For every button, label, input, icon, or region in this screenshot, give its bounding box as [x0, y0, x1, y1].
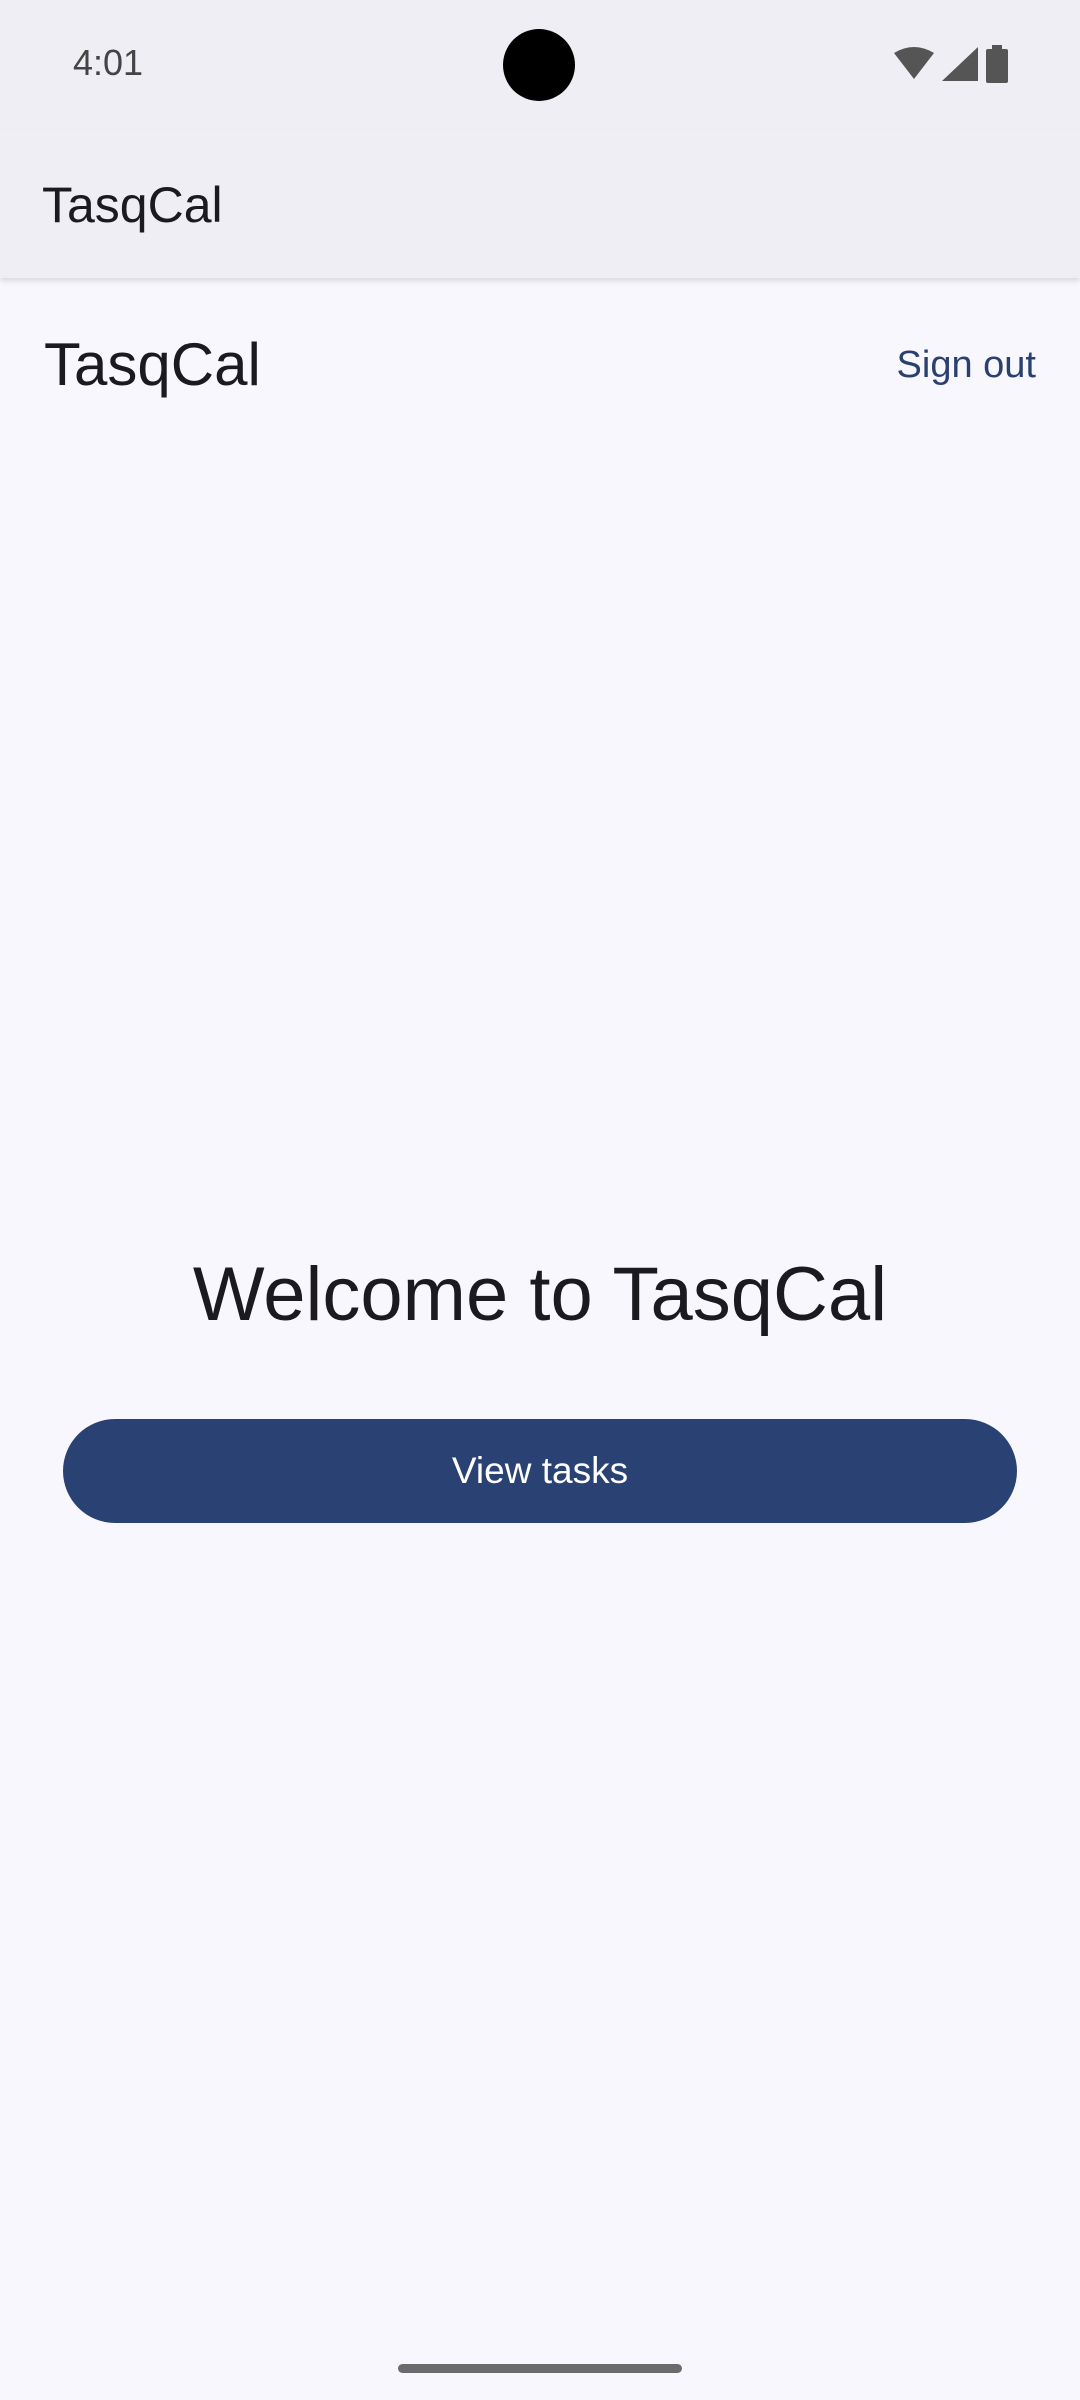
status-bar: 4:01 [0, 0, 1080, 130]
signal-icon [942, 46, 978, 86]
sign-out-button[interactable]: Sign out [897, 340, 1036, 390]
view-tasks-button[interactable]: View tasks [63, 1419, 1017, 1523]
header-row: TasqCal Sign out [0, 330, 1080, 430]
app-bar: TasqCal [0, 130, 1080, 278]
status-icons [894, 44, 1008, 88]
welcome-heading: Welcome to TasqCal [192, 1252, 888, 1337]
gesture-nav-handle[interactable] [398, 2364, 682, 2373]
camera-cutout [503, 29, 575, 101]
wifi-icon [894, 46, 934, 86]
page-title: TasqCal [44, 331, 261, 398]
status-time: 4:01 [73, 42, 144, 83]
app-bar-title: TasqCal [42, 177, 223, 233]
battery-icon [986, 44, 1008, 88]
